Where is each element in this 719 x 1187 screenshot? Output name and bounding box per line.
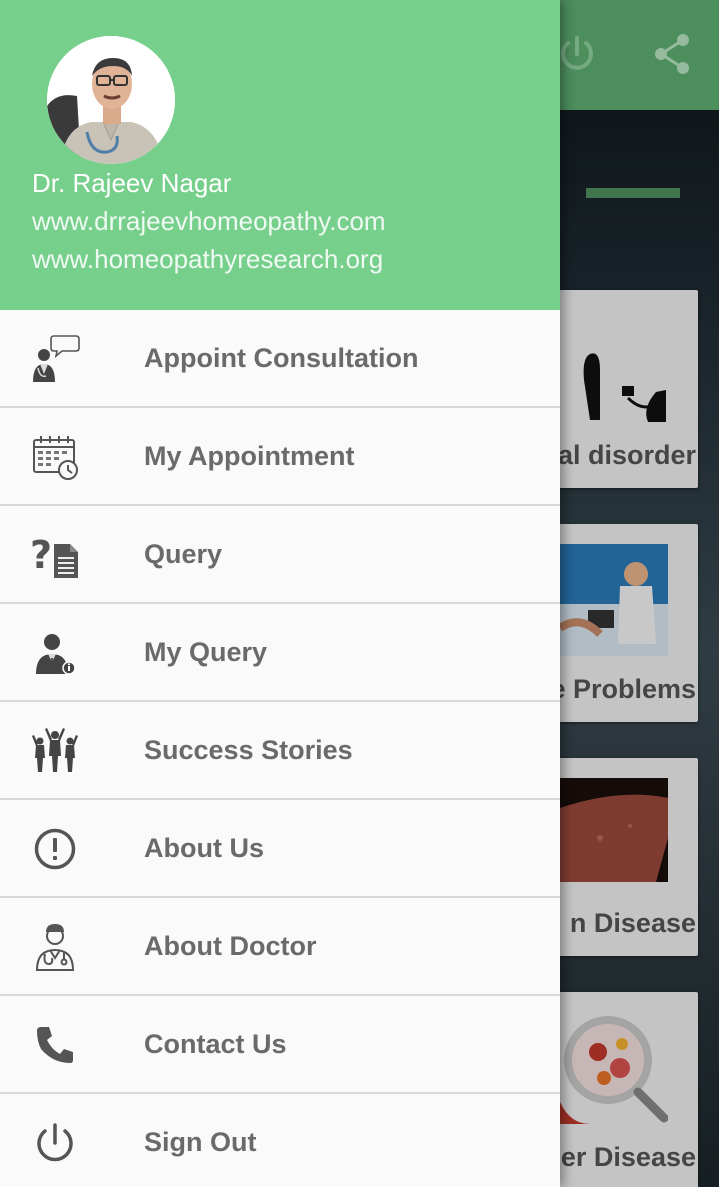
power-icon [30,1118,80,1168]
doctor-icon [30,922,80,972]
menu-item-label: My Query [144,637,268,667]
user-info-icon [30,628,80,678]
question-document-icon: ? [30,530,80,580]
menu-item-label: About Us [144,833,264,863]
calendar-clock-icon [30,432,80,482]
menu-item-label: Success Stories [144,735,353,765]
exclamation-circle-icon [30,824,80,874]
menu-item-appoint-consultation[interactable]: Appoint Consultation [0,310,560,408]
menu-item-label: Appoint Consultation [144,343,419,373]
menu-item-label: About Doctor [144,931,317,961]
menu-item-my-query[interactable]: My Query [0,604,560,702]
website-link[interactable]: www.homeopathyresearch.org [32,244,383,275]
website-link[interactable]: www.drrajeevhomeopathy.com [32,206,386,237]
menu-item-label: Contact Us [144,1029,287,1059]
menu-item-success-stories[interactable]: Success Stories [0,702,560,800]
menu-item-about-us[interactable]: About Us [0,800,560,898]
celebrating-people-icon [30,726,80,776]
drawer-header: Dr. Rajeev Nagar www.drrajeevhomeopathy.… [0,0,560,310]
navigation-drawer: Dr. Rajeev Nagar www.drrajeevhomeopathy.… [0,0,560,1187]
menu-item-label: Sign Out [144,1127,257,1157]
menu-item-label: Query [144,539,223,569]
consultation-chat-icon [30,334,80,384]
phone-icon [30,1020,80,1070]
menu-item-contact-us[interactable]: Contact Us [0,996,560,1094]
svg-text:?: ? [30,533,52,577]
drawer-menu: Appoint Consultation My Appointment ? Qu… [0,310,560,1187]
doctor-name: Dr. Rajeev Nagar [32,168,232,198]
menu-item-label: My Appointment [144,441,355,471]
menu-item-sign-out[interactable]: Sign Out [0,1094,560,1187]
menu-item-query[interactable]: ? Query [0,506,560,604]
doctor-avatar [47,36,175,164]
menu-item-about-doctor[interactable]: About Doctor [0,898,560,996]
menu-item-my-appointment[interactable]: My Appointment [0,408,560,506]
